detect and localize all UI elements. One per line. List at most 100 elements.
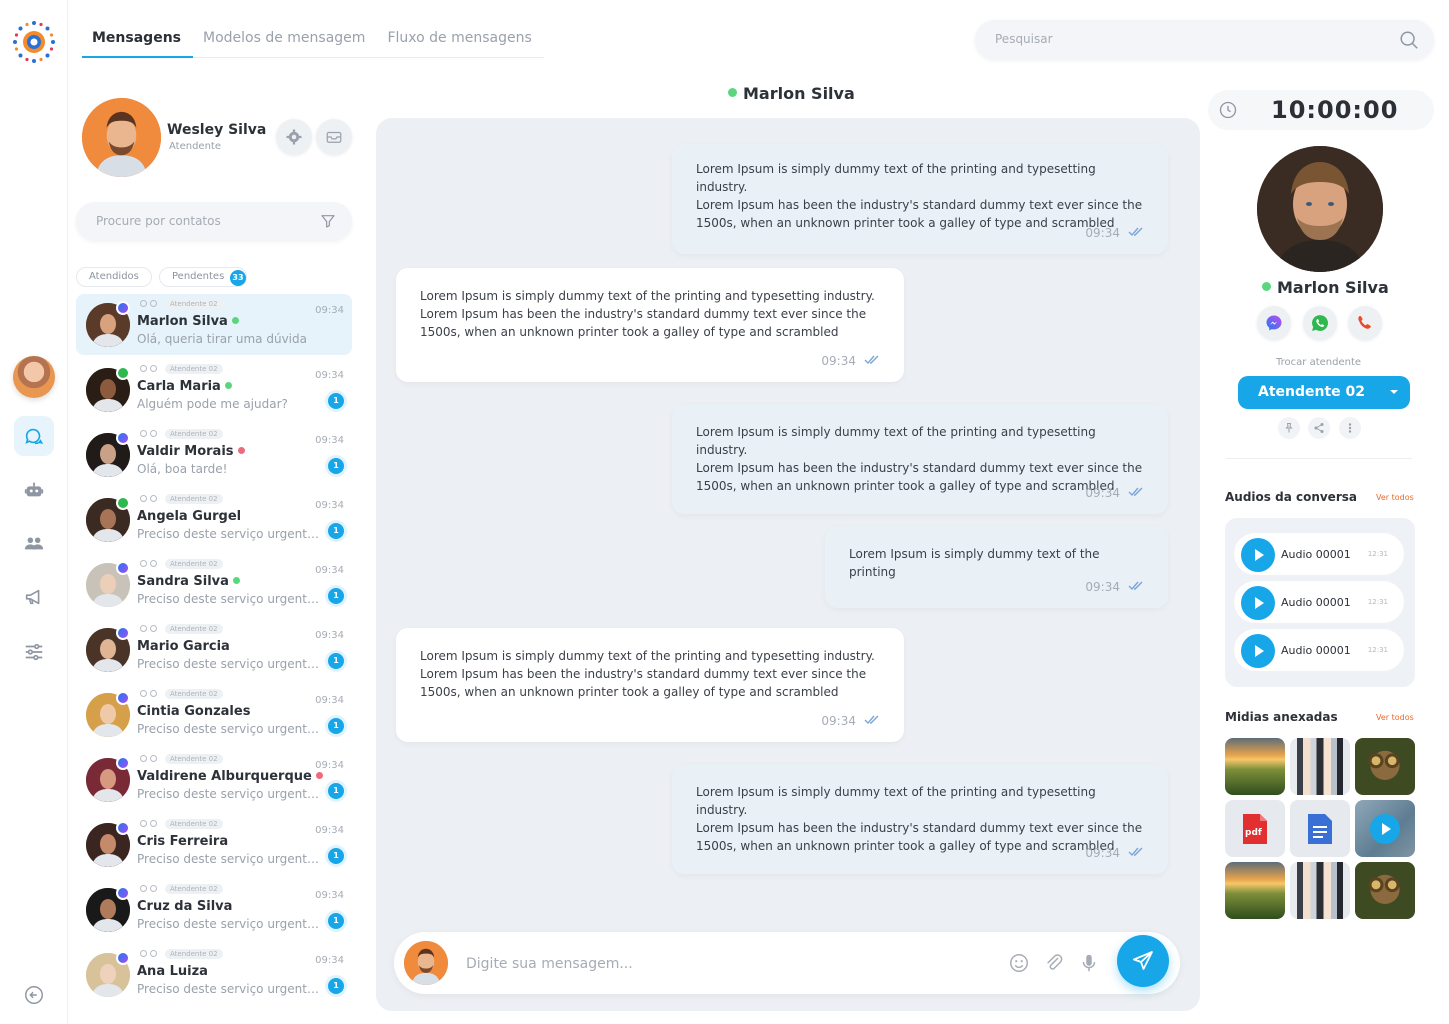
- contact-meta: Atendente 02: [140, 754, 223, 764]
- contact-time: 09:34: [315, 760, 344, 771]
- agent-name: Wesley Silva: [167, 122, 267, 138]
- message-text-line: 1500s, when an unknown printer took a ga…: [420, 325, 839, 339]
- contact-list-item[interactable]: Atendente 02 Cintia Gonzales Preciso deste…: [76, 684, 352, 749]
- contact-list-item[interactable]: Atendente 02 Carla Maria Alguém pode me aj…: [76, 359, 352, 424]
- rail-settings-button[interactable]: [14, 632, 54, 672]
- global-search[interactable]: Pesquisar: [975, 20, 1434, 60]
- contact-list-item[interactable]: Atendente 02 Valdirene Alburquerque Precis…: [76, 749, 352, 814]
- agent-tag: Atendente 02: [165, 494, 223, 504]
- tab-messages[interactable]: Mensagens: [82, 22, 193, 58]
- tab-message-flow[interactable]: Fluxo de mensagens: [377, 22, 543, 58]
- message-input[interactable]: Digite sua mensagem...: [466, 956, 633, 972]
- media-thumbnail[interactable]: [1355, 800, 1415, 857]
- media-thumbnail[interactable]: [1225, 862, 1285, 919]
- rail-contacts-button[interactable]: [14, 523, 54, 563]
- chat-messages-area[interactable]: Lorem Ipsum is simply dummy text of the …: [376, 118, 1200, 1011]
- contact-name-text: Cintia Gonzales: [137, 704, 251, 719]
- profile-inbox-button[interactable]: [316, 119, 352, 155]
- contact-preview: Preciso deste serviço urgente...: [137, 657, 323, 671]
- contact-list-item[interactable]: Atendente 02 Cris Ferreira Preciso deste s…: [76, 814, 352, 879]
- media-thumbnail[interactable]: [1355, 738, 1415, 795]
- more-options-button[interactable]: [1339, 417, 1361, 439]
- contact-search-input[interactable]: Procure por contatos: [76, 202, 352, 240]
- contact-name: Cris Ferreira: [137, 834, 228, 849]
- online-status-dot: [224, 382, 232, 389]
- contact-time: 09:34: [315, 695, 344, 706]
- audio-label: Audio 00001: [1281, 596, 1351, 609]
- audio-item[interactable]: Audio 00001 12:31: [1234, 533, 1404, 575]
- contact-list-item[interactable]: Atendente 02 Ana Luiza Preciso deste servi…: [76, 944, 352, 1009]
- audio-label: Audio 00001: [1281, 548, 1351, 561]
- unread-badge: 1: [328, 588, 344, 604]
- incoming-message: Lorem Ipsum is simply dummy text of the …: [396, 628, 904, 742]
- top-tabs: Mensagens Modelos de mensagem Fluxo de m…: [82, 22, 544, 58]
- whatsapp-icon: [116, 496, 130, 510]
- audio-duration: 12:31: [1367, 646, 1388, 654]
- play-icon[interactable]: [1241, 634, 1275, 668]
- play-icon[interactable]: [1241, 538, 1275, 572]
- audio-item[interactable]: Audio 00001 12:31: [1234, 629, 1404, 671]
- brand-logo[interactable]: [12, 20, 56, 64]
- contact-list-item[interactable]: Atendente 02 Valdir Morais Olá, boa tarde!…: [76, 424, 352, 489]
- contact-list-item[interactable]: Atendente 02 Mario Garcia Preciso deste se…: [76, 619, 352, 684]
- media-thumbnail[interactable]: pdf: [1225, 800, 1285, 857]
- filter-icon[interactable]: [320, 213, 336, 229]
- messenger-icon: [116, 691, 130, 705]
- pin-icon: [150, 690, 157, 697]
- media-thumbnail[interactable]: [1225, 738, 1285, 795]
- media-thumbnail[interactable]: [1290, 738, 1350, 795]
- rail-user-avatar[interactable]: [13, 356, 55, 398]
- messenger-icon: [116, 886, 130, 900]
- whatsapp-channel-button[interactable]: [1303, 306, 1337, 340]
- send-button[interactable]: [1117, 935, 1169, 987]
- share-button[interactable]: [1308, 417, 1330, 439]
- agent-select-value: Atendente 02: [1258, 384, 1366, 400]
- contact-preview: Preciso deste serviço urgente...: [137, 722, 323, 736]
- clock-icon: [140, 365, 147, 372]
- profile-settings-button[interactable]: [276, 119, 312, 155]
- search-icon[interactable]: [1398, 29, 1420, 51]
- contact-name-text: Valdirene Alburquerque: [137, 769, 312, 784]
- emoji-icon[interactable]: [1008, 952, 1030, 974]
- contact-list-item[interactable]: Atendente 02 Marlon Silva Olá, queria tira…: [76, 294, 352, 355]
- unread-badge: 1: [328, 783, 344, 799]
- attachment-icon[interactable]: [1043, 952, 1065, 974]
- unread-badge: 1: [328, 523, 344, 539]
- filter-attended[interactable]: Atendidos: [76, 267, 152, 287]
- rail-logout-button[interactable]: [14, 975, 54, 1015]
- rail-chat-button[interactable]: [14, 416, 54, 456]
- audios-see-all-link[interactable]: Ver todos: [1376, 493, 1414, 502]
- phone-call-button[interactable]: [1348, 306, 1382, 340]
- clock-icon: [140, 885, 147, 892]
- pin-icon: [150, 885, 157, 892]
- contact-list-item[interactable]: Atendente 02 Cruz da Silva Preciso deste s…: [76, 879, 352, 944]
- contact-meta: Atendente 02: [140, 819, 223, 829]
- contact-name-text: Carla Maria: [137, 379, 221, 394]
- unread-badge: 1: [328, 848, 344, 864]
- rail-campaigns-button[interactable]: [14, 577, 54, 617]
- media-see-all-link[interactable]: Ver todos: [1376, 713, 1414, 722]
- media-thumbnail[interactable]: [1290, 800, 1350, 857]
- messenger-icon: [116, 951, 130, 965]
- pin-button[interactable]: [1278, 417, 1300, 439]
- agent-select[interactable]: Atendente 02: [1238, 376, 1410, 409]
- contact-time: 09:34: [315, 955, 344, 966]
- users-icon: [24, 537, 44, 550]
- microphone-icon[interactable]: [1078, 952, 1100, 974]
- media-thumbnail[interactable]: [1355, 862, 1415, 919]
- rail-bot-button[interactable]: [14, 470, 54, 510]
- send-icon: [1133, 951, 1153, 970]
- pin-icon: [150, 300, 157, 307]
- contact-list-item[interactable]: Atendente 02 Angela Gurgel Preciso deste s…: [76, 489, 352, 554]
- audio-item[interactable]: Audio 00001 12:31: [1234, 581, 1404, 623]
- clock-icon: [140, 625, 147, 632]
- contact-list-item[interactable]: Atendente 02 Sandra Silva Preciso deste se…: [76, 554, 352, 619]
- double-check-icon: [864, 715, 879, 725]
- contact-meta: Atendente 02: [140, 299, 223, 309]
- agent-tag: Atendente 02: [165, 624, 223, 634]
- pin-icon: [150, 365, 157, 372]
- tab-message-templates[interactable]: Modelos de mensagem: [193, 22, 377, 58]
- play-icon[interactable]: [1241, 586, 1275, 620]
- media-thumbnail[interactable]: [1290, 862, 1350, 919]
- messenger-channel-button[interactable]: [1257, 306, 1291, 340]
